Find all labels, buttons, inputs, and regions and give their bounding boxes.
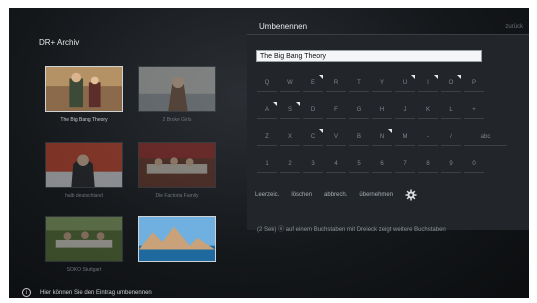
recording-label: The Big Bang Theory (60, 117, 108, 123)
key-1[interactable]: 1 (257, 156, 277, 173)
recording-label: SOKO Stuttgart (66, 267, 102, 273)
key-p[interactable]: P (464, 75, 484, 92)
key-k[interactable]: K (418, 102, 438, 119)
key-9[interactable]: 9 (441, 156, 461, 173)
key-g[interactable]: G (349, 102, 369, 119)
key-3[interactable]: 3 (303, 156, 323, 173)
key-7[interactable]: 7 (395, 156, 415, 173)
key-z[interactable]: Z (257, 129, 277, 146)
archive-title: DR+ Archiv (39, 38, 80, 47)
key-x[interactable]: X (280, 129, 300, 146)
recording-label: halb deutschland (65, 193, 103, 199)
recording-thumbnail (138, 66, 216, 112)
key-abc[interactable]: abc (464, 129, 507, 146)
key-u[interactable]: U (395, 75, 415, 92)
recording-tile[interactable]: halb deutschland (45, 142, 123, 199)
gear-icon[interactable] (405, 189, 417, 201)
footer-text: Hier können Sie den Eintrag umbenennen (40, 289, 152, 296)
space-key[interactable]: Leerzeic. (255, 192, 279, 198)
key-r[interactable]: R (326, 75, 346, 92)
recording-thumbnail (138, 142, 216, 188)
rename-keyboard-panel: The Big Bang Theory Q W E R T Y U I O P A S D F G H J K L +… (247, 34, 529, 233)
key-i[interactable]: I (418, 75, 438, 92)
keyboard-row: QWERTYUIOP (257, 75, 487, 92)
key-y[interactable]: Y (372, 75, 392, 92)
key-dash[interactable]: - (418, 129, 438, 146)
recording-tile[interactable] (138, 216, 216, 262)
info-icon: i (22, 288, 31, 297)
key-o[interactable]: O (441, 75, 461, 92)
rename-panel-title: Umbenennen (259, 22, 308, 31)
key-f[interactable]: F (326, 102, 346, 119)
key-6[interactable]: 6 (372, 156, 392, 173)
rename-input[interactable]: The Big Bang Theory (256, 50, 482, 62)
recording-tile[interactable]: 2 Broke Girls (138, 66, 216, 123)
key-l[interactable]: L (441, 102, 461, 119)
key-4[interactable]: 4 (326, 156, 346, 173)
rename-panel-header: Umbenennen zurück (249, 16, 529, 34)
recording-thumbnail (45, 216, 123, 262)
key-m[interactable]: M (395, 129, 415, 146)
key-0[interactable]: 0 (464, 156, 484, 173)
recording-label: Die Factoria Family (155, 193, 199, 199)
key-8[interactable]: 8 (418, 156, 438, 173)
key-j[interactable]: J (395, 102, 415, 119)
delete-key[interactable]: löschen (291, 192, 312, 198)
function-key-row: Leerzeic. löschen abbrech. übernehmen (255, 189, 417, 201)
key-q[interactable]: Q (257, 75, 277, 92)
recording-thumbnail (45, 66, 123, 112)
key-v[interactable]: V (326, 129, 346, 146)
recording-tile[interactable]: Die Factoria Family (138, 142, 216, 199)
key-d[interactable]: D (303, 102, 323, 119)
key-w[interactable]: W (280, 75, 300, 92)
key-2[interactable]: 2 (280, 156, 300, 173)
recording-tile[interactable]: SOKO Stuttgart (45, 216, 123, 273)
key-n[interactable]: N (372, 129, 392, 146)
keyboard-hint: (2 Sek) ⓞ auf einem Buchstaben mit Dreie… (257, 227, 446, 233)
key-b[interactable]: B (349, 129, 369, 146)
footer-info: i Hier können Sie den Eintrag umbenennen (22, 288, 152, 297)
key-c[interactable]: C (303, 129, 323, 146)
key-5[interactable]: 5 (349, 156, 369, 173)
back-button[interactable]: zurück (505, 24, 523, 30)
keyboard-row: 1234567890 (257, 156, 487, 173)
cancel-key[interactable]: abbrech. (324, 192, 347, 198)
tv-screen: DR+ Archiv The Big Bang Theory 2 Broke G… (9, 8, 529, 298)
key-e[interactable]: E (303, 75, 323, 92)
recording-tile[interactable]: The Big Bang Theory (45, 66, 123, 123)
recording-thumbnail (138, 216, 216, 262)
recording-thumbnail (45, 142, 123, 188)
apply-key[interactable]: übernehmen (359, 192, 393, 198)
key-s[interactable]: S (280, 102, 300, 119)
key-t[interactable]: T (349, 75, 369, 92)
keyboard-row: Z X C V B N M - / abc (257, 129, 510, 146)
key-slash[interactable]: / (441, 129, 461, 146)
key-plus[interactable]: + (464, 102, 484, 119)
recording-label: 2 Broke Girls (162, 117, 192, 123)
key-a[interactable]: A (257, 102, 277, 119)
keyboard-row: A S D F G H J K L + (257, 102, 487, 119)
key-h[interactable]: H (372, 102, 392, 119)
